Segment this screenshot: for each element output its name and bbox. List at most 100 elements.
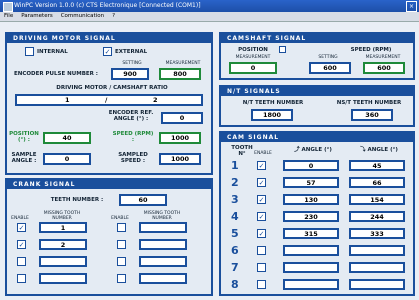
- cam-position-radio[interactable]: [279, 46, 286, 53]
- rising-edge-icon: ⤴: [294, 147, 302, 153]
- encoder-measure-field: 800: [159, 68, 201, 80]
- sample-angle-label: SAMPLE ANGLE :: [11, 152, 37, 164]
- tooth-number: 5: [231, 227, 239, 240]
- position-field: 40: [43, 132, 91, 144]
- falling-angle-field[interactable]: 244: [349, 211, 405, 222]
- nst-teeth-label: NS/T TEETH NUMBER: [336, 100, 402, 106]
- cam-enable-checkbox[interactable]: [257, 263, 266, 272]
- nt-signals-panel: N/T SIGNALS N/T TEETH NUMBER NS/T TEETH …: [219, 85, 415, 127]
- nt-teeth-label: N/T TEETH NUMBER: [242, 100, 304, 106]
- panel-title: CRANK SIGNAL: [7, 180, 211, 189]
- position-label: POSITION (°) :: [9, 131, 39, 143]
- crank-right-missing-field[interactable]: [139, 273, 187, 284]
- enable-header-right: ENABLE: [111, 216, 129, 221]
- crank-left-enable-checkbox[interactable]: ✓: [17, 223, 26, 232]
- crank-teeth-label: TEETH NUMBER :: [50, 197, 104, 203]
- nt-teeth-field[interactable]: 1800: [251, 109, 293, 121]
- external-label: EXTERNAL: [115, 49, 148, 55]
- internal-checkbox[interactable]: [25, 47, 34, 56]
- encoder-setting-field[interactable]: 900: [111, 68, 149, 80]
- cam-enable-header: ENABLE: [254, 151, 272, 156]
- cam-enable-checkbox[interactable]: [257, 280, 266, 289]
- crank-right-missing-field[interactable]: [139, 239, 187, 250]
- crank-left-missing-field[interactable]: 1: [39, 222, 87, 233]
- rising-angle-field[interactable]: 0: [283, 160, 339, 171]
- crank-left-missing-field[interactable]: 2: [39, 239, 87, 250]
- cam-measurement-header: MEASUREMENT: [235, 55, 271, 60]
- falling-angle-field[interactable]: [349, 279, 405, 290]
- ratio-separator: /: [105, 96, 108, 104]
- speed-label: SPEED (RPM) :: [112, 131, 154, 143]
- enable-header-left: ENABLE: [11, 216, 29, 221]
- cam-enable-checkbox[interactable]: ✓: [257, 212, 266, 221]
- ratio-denominator: 2: [153, 96, 158, 104]
- falling-angle-field[interactable]: [349, 262, 405, 273]
- crank-left-missing-field[interactable]: [39, 273, 87, 284]
- missing-header-right: MISSING TOOTH NUMBER: [143, 211, 181, 221]
- cam-enable-checkbox[interactable]: ✓: [257, 161, 266, 170]
- tooth-number: 8: [231, 278, 239, 291]
- falling-angle-field[interactable]: [349, 245, 405, 256]
- setting-header: SETTING: [122, 61, 142, 66]
- window-title: WinPC Version 1.0.0 (c) CTS Electronique…: [14, 2, 201, 9]
- crank-teeth-field[interactable]: 60: [119, 194, 167, 206]
- measurement-header: MEASUREMENT: [165, 61, 201, 66]
- nst-teeth-field[interactable]: 360: [351, 109, 393, 121]
- cam-enable-checkbox[interactable]: [257, 246, 266, 255]
- menu-parameters[interactable]: Parameters: [21, 13, 52, 19]
- ratio-numerator: 1: [65, 96, 70, 104]
- falling-angle-field[interactable]: 45: [349, 160, 405, 171]
- cam-speed-setting-field[interactable]: 600: [309, 62, 351, 74]
- close-button[interactable]: ×: [406, 1, 417, 12]
- panel-title: CAM SIGNAL: [221, 133, 413, 142]
- camshaft-panel: CAMSHAFT SIGNAL POSITION SPEED (RPM) MEA…: [219, 32, 415, 80]
- rising-angle-field[interactable]: [283, 262, 339, 273]
- crank-right-enable-checkbox[interactable]: [117, 257, 126, 266]
- tooth-number: 1: [231, 159, 239, 172]
- sample-angle-field[interactable]: 0: [43, 153, 91, 165]
- crank-signal-panel: CRANK SIGNAL TEETH NUMBER : 60 MISSING T…: [5, 178, 213, 296]
- crank-left-enable-checkbox[interactable]: [17, 257, 26, 266]
- falling-angle-field[interactable]: 333: [349, 228, 405, 239]
- cam-speed-label: SPEED (RPM): [350, 47, 392, 53]
- rising-angle-field[interactable]: 130: [283, 194, 339, 205]
- rising-angle-field[interactable]: 230: [283, 211, 339, 222]
- crank-right-enable-checkbox[interactable]: [117, 223, 126, 232]
- crank-left-enable-checkbox[interactable]: ✓: [17, 240, 26, 249]
- menu-file[interactable]: File: [4, 13, 13, 19]
- crank-right-missing-field[interactable]: [139, 222, 187, 233]
- external-checkbox[interactable]: ✓: [103, 47, 112, 56]
- panel-title: N/T SIGNALS: [221, 87, 413, 96]
- ref-angle-field[interactable]: 0: [161, 112, 203, 124]
- ratio-label: DRIVING MOTOR / CAMSHAFT RATIO: [56, 85, 168, 91]
- rising-angle-field[interactable]: [283, 279, 339, 290]
- cam-speed-measure-field: 600: [363, 62, 405, 74]
- crank-right-missing-field[interactable]: [139, 256, 187, 267]
- crank-right-enable-checkbox[interactable]: [117, 240, 126, 249]
- falling-angle-field[interactable]: 154: [349, 194, 405, 205]
- menu-communication[interactable]: Communication: [61, 13, 104, 19]
- tooth-number: 2: [231, 176, 239, 189]
- cam-enable-checkbox[interactable]: ✓: [257, 195, 266, 204]
- sampled-speed-field[interactable]: 1000: [159, 153, 201, 165]
- crank-left-missing-field[interactable]: [39, 256, 87, 267]
- crank-right-enable-checkbox[interactable]: [117, 274, 126, 283]
- cam-measurement-header-2: MEASUREMENT: [365, 55, 401, 60]
- rising-angle-field[interactable]: 315: [283, 228, 339, 239]
- ref-angle-label: ENCODER REF. ANGLE (°) :: [108, 110, 154, 122]
- falling-angle-header: ⤵ ANGLE (°): [360, 147, 398, 153]
- cam-position-label: POSITION: [238, 47, 268, 53]
- cam-enable-checkbox[interactable]: ✓: [257, 178, 266, 187]
- rising-angle-field[interactable]: [283, 245, 339, 256]
- menu-bar: File Parameters Communication?: [0, 12, 419, 22]
- ratio-field[interactable]: 1 / 2: [15, 94, 203, 106]
- falling-edge-icon: ⤵: [360, 147, 368, 153]
- menu-help[interactable]: ?: [112, 13, 115, 19]
- cam-enable-checkbox[interactable]: ✓: [257, 229, 266, 238]
- crank-left-enable-checkbox[interactable]: [17, 274, 26, 283]
- driving-motor-panel: DRIVING MOTOR SIGNAL INTERNAL ✓ EXTERNAL…: [5, 32, 213, 175]
- cam-signal-panel: CAM SIGNAL TOOTH N° ENABLE ⤴ ANGLE (°) ⤵…: [219, 131, 415, 296]
- falling-angle-field[interactable]: 66: [349, 177, 405, 188]
- rising-angle-field[interactable]: 57: [283, 177, 339, 188]
- encoder-pulse-label: ENCODER PULSE NUMBER :: [13, 71, 99, 77]
